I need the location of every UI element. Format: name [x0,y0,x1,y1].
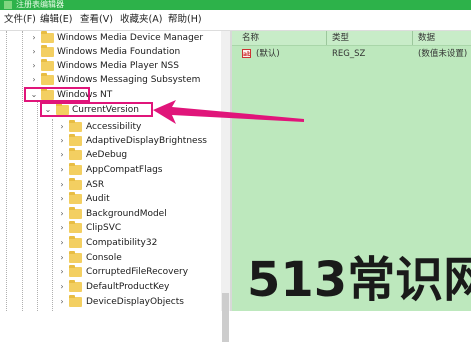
tree-item-label: Windows Media Device Manager [57,33,204,43]
string-value-icon: ab [242,49,252,58]
column-header-name[interactable]: 名称 [242,31,259,45]
value-data: (数值未设置) [418,49,468,59]
title-bar: 注册表编辑器 [0,0,471,10]
menu-view[interactable]: 查看(V) [80,10,113,30]
chevron-right-icon[interactable]: › [30,31,38,45]
tree-scrollbar[interactable] [221,31,230,342]
folder-icon [69,148,82,160]
value-type: REG_SZ [332,49,366,59]
tree-item[interactable]: › DeviceDisplayObjects [0,295,220,309]
folder-icon [69,221,82,233]
chevron-right-icon[interactable]: › [58,163,66,177]
chevron-right-icon[interactable]: › [58,120,66,134]
chevron-right-icon[interactable]: › [58,221,66,235]
tree-item-label: AppCompatFlags [86,165,163,175]
menu-help[interactable]: 帮助(H) [168,10,202,30]
chevron-right-icon[interactable]: › [58,178,66,192]
chevron-right-icon[interactable]: › [58,265,66,279]
chevron-right-icon[interactable]: › [58,251,66,265]
tree-item-label: ClipSVC [86,223,122,233]
folder-icon [69,251,82,263]
scrollbar-thumb[interactable] [222,293,229,342]
tree-item-label: ASR [86,180,105,190]
tree-item[interactable]: › AeDebug [0,148,220,162]
value-name: (默认) [256,49,280,59]
tree-item[interactable]: › AdaptiveDisplayBrightness [0,134,220,148]
chevron-right-icon[interactable]: › [58,236,66,250]
folder-icon [69,236,82,248]
tree-item[interactable]: › AppCompatFlags [0,163,220,177]
highlight-box-windows-nt [24,87,90,102]
chevron-right-icon[interactable]: › [58,148,66,162]
tree-item-label: Windows Media Foundation [57,47,181,57]
folder-icon [41,59,54,71]
tree-item-label: Console [86,253,122,263]
tree-item-label: Windows Messaging Subsystem [57,75,201,85]
column-header-type[interactable]: 类型 [332,31,349,45]
arrow-shape [153,100,304,124]
menu-file[interactable]: 文件(F) [4,10,36,30]
tree-item[interactable]: › BackgroundModel [0,207,220,221]
chevron-right-icon[interactable]: › [58,207,66,221]
folder-icon [69,192,82,204]
folder-icon [69,134,82,146]
tree-item[interactable]: › ASR [0,178,220,192]
tree-item-label: Windows Media Player NSS [57,61,179,71]
tree-item-label: DefaultProductKey [86,282,170,292]
folder-icon [69,207,82,219]
menu-edit[interactable]: 编辑(E) [40,10,72,30]
tree-item-label: Audit [86,194,110,204]
folder-icon [41,45,54,57]
column-divider[interactable] [326,31,327,45]
tree-item[interactable]: › Windows Media Foundation [0,45,220,59]
folder-icon [69,163,82,175]
annotation-arrow-icon [153,100,304,124]
values-header: 名称 类型 数据 [232,31,471,46]
highlight-box-current-version [40,102,153,117]
folder-icon [69,280,82,292]
registry-key-tree[interactable]: › Windows Media Device Manager › Windows… [0,31,230,311]
chevron-right-icon[interactable]: › [58,280,66,294]
column-header-data[interactable]: 数据 [418,31,435,45]
folder-icon [41,31,54,43]
tree-item[interactable]: › Windows Media Device Manager [0,31,220,45]
tree-item[interactable]: › Windows Media Player NSS [0,59,220,73]
tree-item[interactable]: › ClipSVC [0,221,220,235]
tree-item[interactable]: › DefaultProductKey [0,280,220,294]
folder-icon [69,120,82,132]
window-title: 注册表编辑器 [16,0,64,9]
tree-item-label: CorruptedFileRecovery [86,267,189,277]
chevron-right-icon[interactable]: › [30,45,38,59]
tree-item-label: BackgroundModel [86,209,167,219]
value-row[interactable]: ab (默认) REG_SZ (数值未设置) [232,47,471,61]
tree-item-label: Accessibility [86,122,142,132]
folder-icon [69,265,82,277]
chevron-right-icon[interactable]: › [58,295,66,309]
chevron-right-icon[interactable]: › [58,134,66,148]
regedit-app-icon [4,1,12,9]
chevron-right-icon[interactable]: › [30,73,38,87]
tree-item[interactable]: › CorruptedFileRecovery [0,265,220,279]
tree-item[interactable]: › Console [0,251,220,265]
chevron-right-icon[interactable]: › [30,59,38,73]
chevron-right-icon[interactable]: › [58,192,66,206]
tree-item[interactable]: › Audit [0,192,220,206]
folder-icon [69,295,82,307]
tree-item-label: Compatibility32 [86,238,158,248]
folder-icon [41,73,54,85]
column-divider[interactable] [412,31,413,45]
tree-item[interactable]: › Windows Messaging Subsystem [0,73,220,87]
tree-item-label: AeDebug [86,150,128,160]
menu-favorites[interactable]: 收藏夹(A) [120,10,162,30]
tree-item[interactable]: › Compatibility32 [0,236,220,250]
tree-item-label: DeviceDisplayObjects [86,297,184,307]
folder-icon [69,178,82,190]
watermark-text: 513常识网 [247,252,471,308]
tree-item-label: AdaptiveDisplayBrightness [86,136,207,146]
menu-bar: 文件(F) 编辑(E) 查看(V) 收藏夹(A) 帮助(H) [0,10,471,31]
